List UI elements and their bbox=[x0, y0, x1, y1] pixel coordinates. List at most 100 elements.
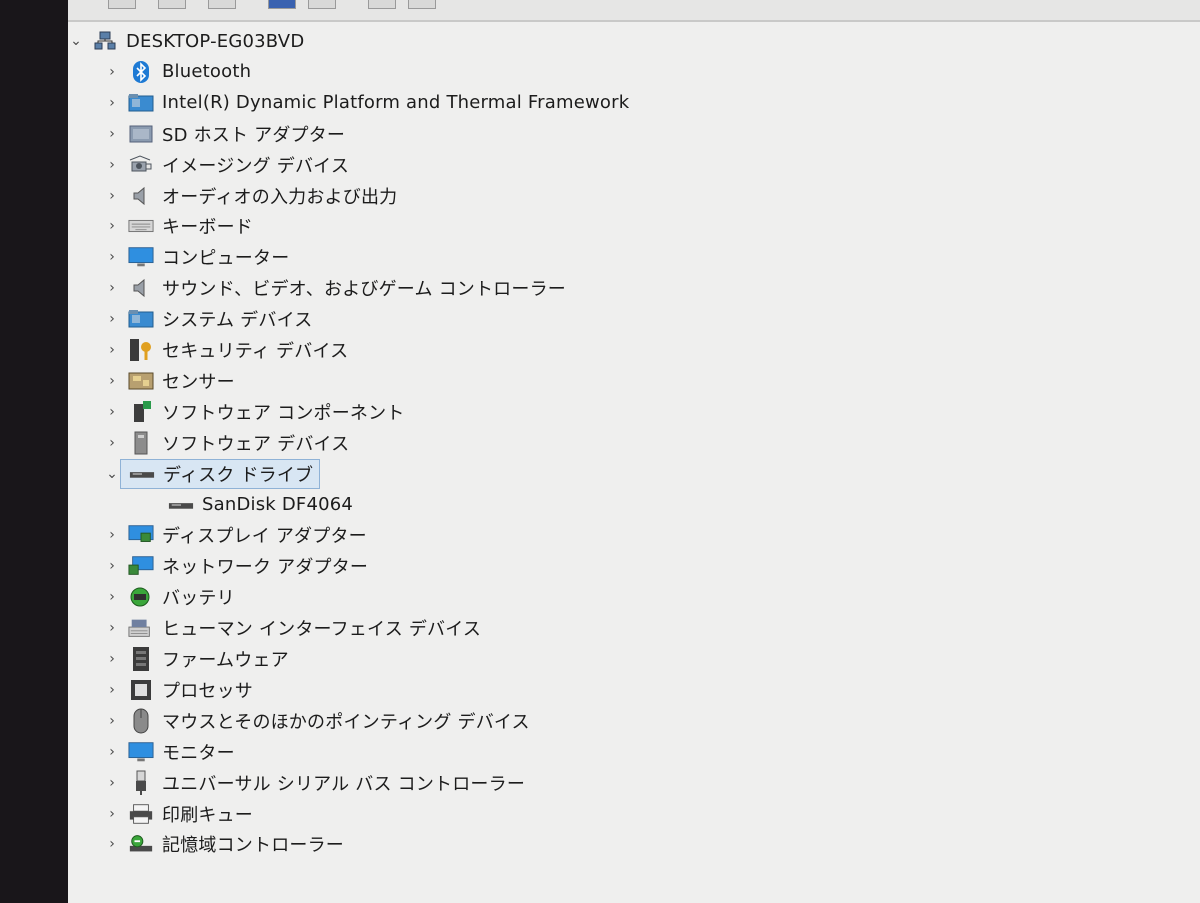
item-content: イメージング デバイス bbox=[120, 152, 349, 178]
category-item-22[interactable]: › ユニバーサル シリアル バス コントローラー bbox=[104, 768, 525, 798]
keyboard-icon bbox=[128, 215, 154, 237]
category-item-4[interactable]: › オーディオの入力および出力 bbox=[104, 181, 397, 211]
category-item-9[interactable]: › セキュリティ デバイス bbox=[104, 335, 348, 365]
category-item-10[interactable]: › センサー bbox=[104, 366, 235, 396]
item-label: ユニバーサル シリアル バス コントローラー bbox=[162, 773, 526, 795]
chevron-right-icon[interactable]: › bbox=[104, 95, 120, 111]
selected-highlight: ディスク ドライブ bbox=[120, 458, 321, 489]
category-item-7[interactable]: › サウンド、ビデオ、およびゲーム コントローラー bbox=[104, 273, 566, 303]
category-item-18[interactable]: › ファームウェア bbox=[104, 644, 289, 674]
help-button[interactable] bbox=[208, 0, 236, 9]
category-item-1[interactable]: › Intel(R) Dynamic Platform and Thermal F… bbox=[104, 88, 629, 118]
category-item-15[interactable]: › ネットワーク アダプター bbox=[104, 551, 368, 581]
item-label: ディスプレイ アダプター bbox=[162, 526, 367, 548]
update-driver-button[interactable] bbox=[268, 0, 296, 9]
chevron-right-icon[interactable]: › bbox=[104, 157, 120, 173]
item-label: Bluetooth bbox=[162, 61, 252, 83]
chevron-right-icon[interactable]: › bbox=[104, 404, 120, 420]
category-item-13[interactable]: ⌄ ディスク ドライブ bbox=[104, 458, 321, 489]
screen-bezel bbox=[0, 0, 68, 903]
toolbar bbox=[68, 0, 1200, 22]
item-content: モニター bbox=[120, 739, 235, 765]
item-label: ファームウェア bbox=[162, 650, 289, 671]
item-label: Intel(R) Dynamic Platform and Thermal Fr… bbox=[162, 92, 630, 114]
item-content: バッテリ bbox=[120, 584, 235, 610]
chevron-right-icon[interactable]: › bbox=[104, 744, 120, 760]
display-adapter-icon bbox=[128, 524, 154, 546]
network-adapter-icon bbox=[128, 555, 154, 577]
storage-controller-icon bbox=[128, 833, 154, 855]
chevron-right-icon[interactable]: › bbox=[104, 713, 120, 729]
item-content: 印刷キュー bbox=[120, 801, 253, 827]
item-label: コンピューター bbox=[162, 248, 290, 270]
software-component-icon bbox=[128, 400, 154, 423]
item-content: Intel(R) Dynamic Platform and Thermal Fr… bbox=[120, 92, 629, 114]
remove-device-button[interactable] bbox=[408, 0, 436, 9]
category-item-23[interactable]: › 印刷キュー bbox=[104, 799, 253, 829]
item-label: プロセッサ bbox=[162, 680, 253, 702]
category-item-11[interactable]: › ソフトウェア コンポーネント bbox=[104, 397, 405, 427]
category-item-12[interactable]: › ソフトウェア デバイス bbox=[104, 428, 349, 458]
chevron-right-icon[interactable]: › bbox=[104, 558, 120, 574]
view-button[interactable] bbox=[308, 0, 336, 9]
chevron-right-icon[interactable]: › bbox=[104, 188, 120, 204]
item-content: キーボード bbox=[120, 213, 253, 239]
category-item-20[interactable]: › マウスとそのほかのポインティング デバイス bbox=[104, 706, 530, 736]
scan-hardware-button[interactable] bbox=[368, 0, 396, 9]
chevron-right-icon[interactable]: › bbox=[104, 249, 120, 265]
chevron-right-icon[interactable]: › bbox=[104, 280, 120, 296]
item-content: センサー bbox=[120, 368, 235, 394]
chevron-down-icon[interactable]: ⌄ bbox=[68, 33, 84, 49]
category-item-8[interactable]: › システム デバイス bbox=[104, 304, 312, 334]
chevron-right-icon[interactable]: › bbox=[104, 589, 120, 605]
category-item-3[interactable]: › イメージング デバイス bbox=[104, 150, 349, 180]
item-content: 記憶域コントローラー bbox=[120, 831, 344, 857]
category-item-0[interactable]: › Bluetooth bbox=[104, 57, 251, 87]
item-content: SD ホスト アダプター bbox=[120, 121, 345, 147]
disk-drive-icon bbox=[129, 463, 155, 485]
category-item-14[interactable]: › ディスプレイ アダプター bbox=[104, 520, 367, 550]
chevron-right-icon[interactable]: › bbox=[104, 126, 120, 142]
chevron-right-icon[interactable]: › bbox=[104, 682, 120, 698]
firmware-icon bbox=[128, 647, 154, 671]
category-item-16[interactable]: › バッテリ bbox=[104, 582, 235, 612]
category-item-5[interactable]: › キーボード bbox=[104, 211, 253, 241]
chevron-right-icon[interactable]: › bbox=[104, 775, 120, 791]
item-content: ディスプレイ アダプター bbox=[120, 522, 367, 548]
chevron-right-icon[interactable]: › bbox=[104, 527, 120, 543]
item-content: コンピューター bbox=[120, 244, 289, 270]
chevron-right-icon[interactable]: › bbox=[104, 836, 120, 852]
chevron-right-icon[interactable]: › bbox=[104, 651, 120, 667]
item-label: サウンド、ビデオ、およびゲーム コントローラー bbox=[162, 279, 566, 301]
chevron-right-icon[interactable]: › bbox=[104, 620, 120, 636]
software-device-icon bbox=[128, 431, 154, 455]
battery-icon bbox=[128, 586, 154, 608]
chevron-right-icon[interactable]: › bbox=[104, 435, 120, 451]
chevron-right-icon[interactable]: › bbox=[104, 373, 120, 389]
item-content: マウスとそのほかのポインティング デバイス bbox=[120, 708, 530, 734]
category-item-6[interactable]: › コンピューター bbox=[104, 242, 289, 272]
item-content: Bluetooth bbox=[120, 60, 252, 83]
category-item-21[interactable]: › モニター bbox=[104, 737, 235, 767]
speaker-icon bbox=[128, 277, 154, 299]
item-label: センサー bbox=[162, 371, 235, 393]
chevron-right-icon[interactable]: › bbox=[104, 218, 120, 234]
chevron-right-icon[interactable]: › bbox=[104, 64, 120, 80]
back-button[interactable] bbox=[108, 0, 136, 9]
properties-button[interactable] bbox=[158, 0, 186, 9]
chevron-right-icon[interactable]: › bbox=[104, 806, 120, 822]
category-item-24[interactable]: › 記憶域コントローラー bbox=[104, 829, 344, 859]
chevron-down-icon[interactable]: ⌄ bbox=[104, 466, 120, 482]
security-key-icon bbox=[128, 339, 154, 361]
category-item-19[interactable]: › プロセッサ bbox=[104, 675, 253, 705]
hid-icon bbox=[128, 617, 154, 639]
chevron-right-icon[interactable]: › bbox=[104, 311, 120, 327]
category-item-17[interactable]: › ヒューマン インターフェイス デバイス bbox=[104, 613, 481, 643]
processor-icon bbox=[128, 679, 154, 701]
item-content: SanDisk DF4064 bbox=[160, 494, 353, 516]
device-item-13-0[interactable]: SanDisk DF4064 bbox=[144, 490, 353, 520]
tree-root[interactable]: ⌄ DESKTOP-EG03BVD bbox=[68, 26, 304, 56]
item-content: オーディオの入力および出力 bbox=[120, 183, 397, 209]
chevron-right-icon[interactable]: › bbox=[104, 342, 120, 358]
category-item-2[interactable]: › SD ホスト アダプター bbox=[104, 119, 345, 149]
